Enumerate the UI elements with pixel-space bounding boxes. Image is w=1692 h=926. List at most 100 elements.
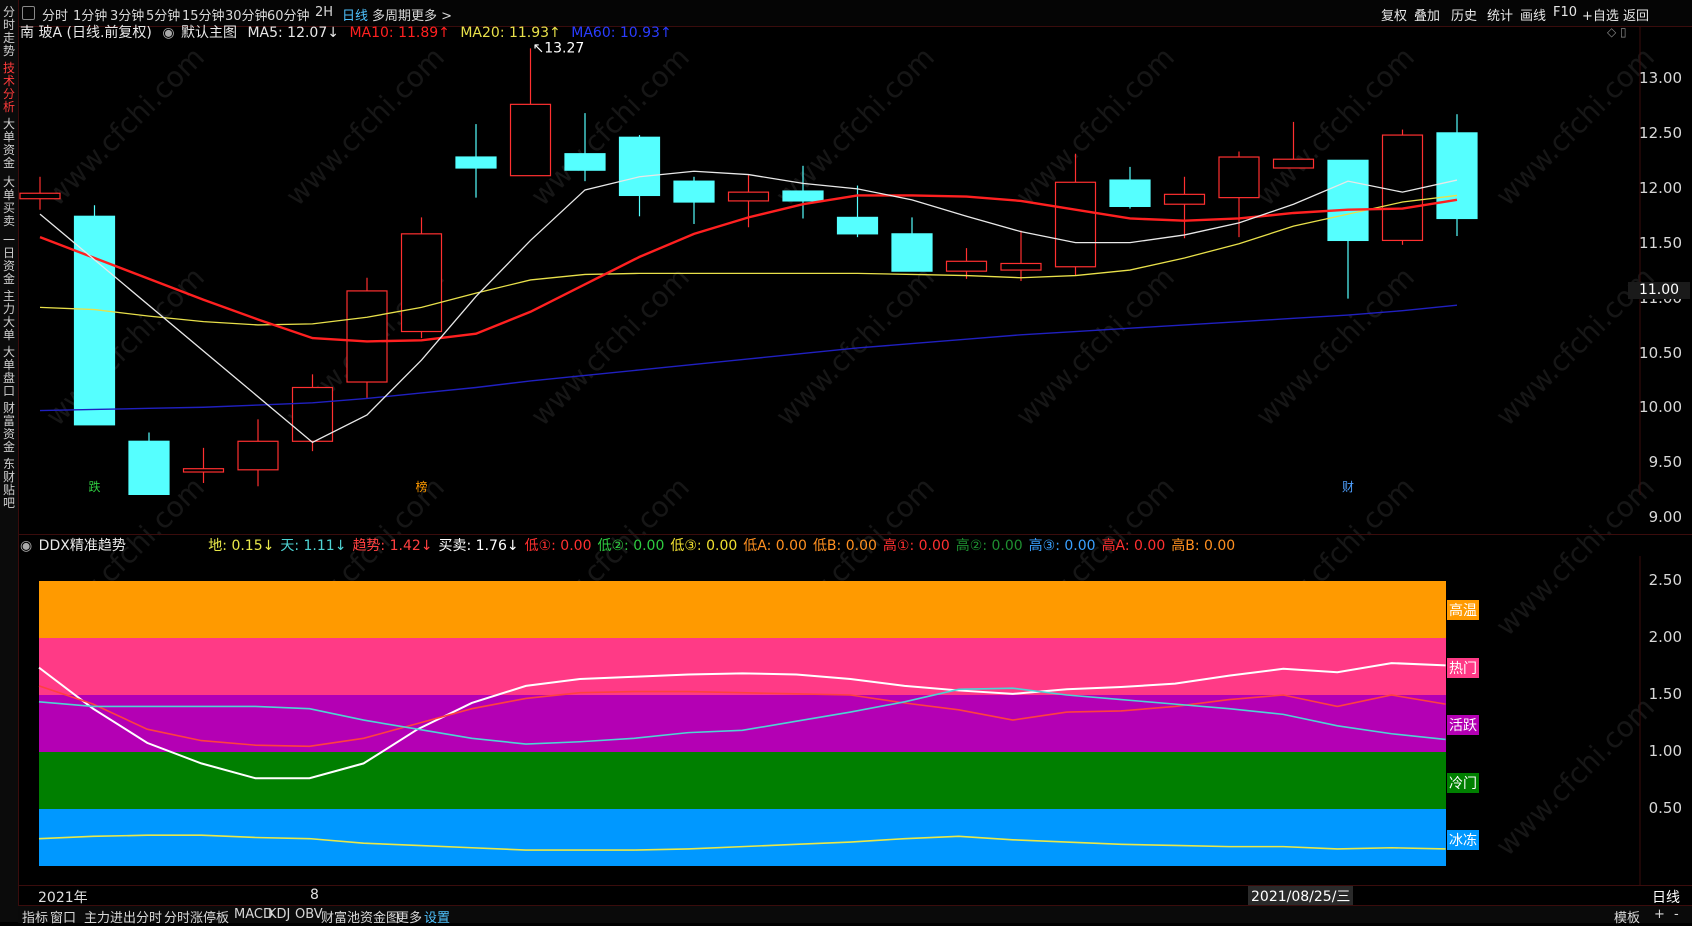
tool-tab-7[interactable]: 返回 [1623,5,1649,24]
chart-settings-icon[interactable]: ◇ ▯ [1607,25,1627,39]
candle-body[interactable] [945,260,988,272]
panel-toggle-icon[interactable] [22,6,35,20]
price-tick-label: 9.50 [1648,453,1682,472]
candle-body[interactable] [1109,179,1151,208]
bottom-right-btn-0[interactable]: 模板 [1614,907,1640,926]
sidebar-item-7[interactable]: 财富资金 [2,402,16,454]
ma60-line [39,304,1458,412]
indicator-value: 低②: 0.00 [597,538,665,554]
ma20-value: MA20: 11.93↑ [460,25,561,41]
bottom-right-btn-2[interactable]: - [1674,907,1679,922]
sidebar-item-5[interactable]: 主力大单 [2,290,16,342]
candle-body[interactable] [128,440,170,495]
zone-band-3 [39,638,1446,695]
candle-body[interactable] [1327,159,1369,242]
bottom-tab-6[interactable]: OBV [295,907,323,922]
period-label: 日线 [1652,890,1680,906]
candle-body[interactable] [182,468,225,473]
candle-body[interactable] [1436,132,1478,220]
candle-body[interactable] [891,233,933,272]
candle-body[interactable] [1000,262,1042,271]
zone-label-4: 冰冻 [1447,830,1479,850]
indicator-value: 低A: 0.00 [743,538,807,554]
indicator-tick-label: 1.50 [1648,685,1682,703]
candle-body[interactable] [455,156,497,169]
left-sidebar: 分时走势技术分析大单资金大单买卖一日资金主力大单大单盘口财富资金东财贴吧 [0,0,19,922]
bottom-right-btn-1[interactable]: + [1654,907,1665,922]
period-tab-7[interactable]: 2H [315,5,333,20]
indicator-tick-label: 2.00 [1648,628,1682,646]
indicator-value: 低B: 0.00 [812,538,877,554]
tool-tab-3[interactable]: 统计 [1487,5,1513,24]
candle-body[interactable] [346,290,388,383]
high-price-label: ↖13.27 [533,40,585,56]
candle-body[interactable] [1163,193,1206,205]
candle-body[interactable] [836,216,879,235]
zone-band-4 [39,581,1446,638]
bottom-tab-5[interactable]: KDJ [268,907,290,922]
bottom-tab-2[interactable]: 主力进出分时 [84,907,162,926]
zone-band-1 [39,752,1446,809]
bottom-tab-8[interactable]: 更多 [396,907,422,926]
indicator-legend: ◉ DDX精准趋势 地: 0.15↓ 天: 1.11↓ 趋势: 1.42↓ 买卖: 1… [20,535,1247,555]
candle-body[interactable] [1218,156,1260,199]
template-name[interactable]: 默认主图 [181,25,237,41]
sidebar-item-8[interactable]: 东财贴吧 [2,458,16,510]
sidebar-item-0[interactable]: 分时走势 [2,6,16,58]
zone-band-2 [39,695,1446,752]
indicator-title[interactable]: DDX精准趋势 [39,538,126,554]
bottom-tab-3[interactable]: 分时涨停板 [164,907,229,926]
candle-body[interactable] [1381,134,1424,242]
candle-body[interactable] [19,192,61,200]
candle-body[interactable] [509,103,552,177]
sidebar-item-2[interactable]: 大单资金 [2,118,16,170]
ddx-indicator-chart[interactable] [18,556,1692,886]
price-chart[interactable]: ↖13.27↙9.06跌榜财 [18,27,1692,495]
stock-title: 南 玻A (日线.前复权) [20,25,152,41]
candle-body[interactable] [727,191,770,202]
bottom-tab-1[interactable]: 窗口 [50,907,76,926]
candle-body[interactable] [782,190,824,202]
tool-tab-6[interactable]: +自选 [1582,5,1619,24]
bottom-tab-0[interactable]: 指标 [22,907,48,926]
candle-body[interactable] [291,386,334,442]
zone-label-3: 冷门 [1447,772,1479,793]
bottom-toolbar: 指标 窗口 主力进出分时 分时涨停板 MACD KDJ OBV 财富池资金图 更多 设置 模板 + - [18,905,1692,926]
indicator-value: 高A: 0.00 [1101,538,1166,554]
zone-label-1: 热门 [1447,657,1479,678]
ma60-value: MA60: 10.93↑ [571,25,672,41]
time-axis: 2021年 8 2021/08/25/三 日线 [18,885,1692,906]
price-tick-label: 12.00 [1639,178,1682,197]
candle-body[interactable] [1054,181,1097,268]
candle-body[interactable] [1272,158,1315,169]
zone-label-0: 高温 [1447,600,1479,620]
ma5-value: MA5: 12.07↓ [247,25,339,41]
indicator-value: 地: 0.15↓ [208,538,275,554]
candle-body[interactable] [673,180,715,203]
marker-fall[interactable]: 跌 [89,479,101,494]
sidebar-item-6[interactable]: 大单盘口 [2,346,16,398]
tool-tab-5[interactable]: F10 [1553,5,1577,20]
candle-body[interactable] [564,153,606,171]
indicator-value: 低①: 0.00 [524,538,592,554]
indicator-toggle-icon[interactable]: ◉ [20,538,32,554]
tool-tab-0[interactable]: 复权 [1381,5,1407,24]
zone-label-2: 活跃 [1447,715,1479,735]
marker-cai[interactable]: 财 [1342,480,1354,494]
template-icon[interactable]: ◉ [162,25,174,41]
sidebar-item-3[interactable]: 大单买卖 [2,176,16,228]
candle-body[interactable] [400,233,443,333]
bottom-tab-7[interactable]: 财富池资金图 [321,907,399,926]
sidebar-item-4[interactable]: 一日资金 [2,234,16,286]
cursor-date-label: 2021/08/25/三 [1248,886,1354,906]
indicator-tick-label: 2.50 [1648,571,1682,589]
tool-tab-1[interactable]: 叠加 [1414,5,1440,24]
sidebar-item-1[interactable]: 技术分析 [2,62,16,114]
marker-list[interactable]: 榜 [416,479,428,494]
indicator-value: 低③: 0.00 [670,538,738,554]
candle-body[interactable] [618,136,661,197]
candle-body[interactable] [237,440,279,471]
bottom-tab-9[interactable]: 设置 [424,907,450,926]
tool-tab-2[interactable]: 历史 [1451,5,1477,24]
tool-tab-4[interactable]: 画线 [1520,5,1546,24]
